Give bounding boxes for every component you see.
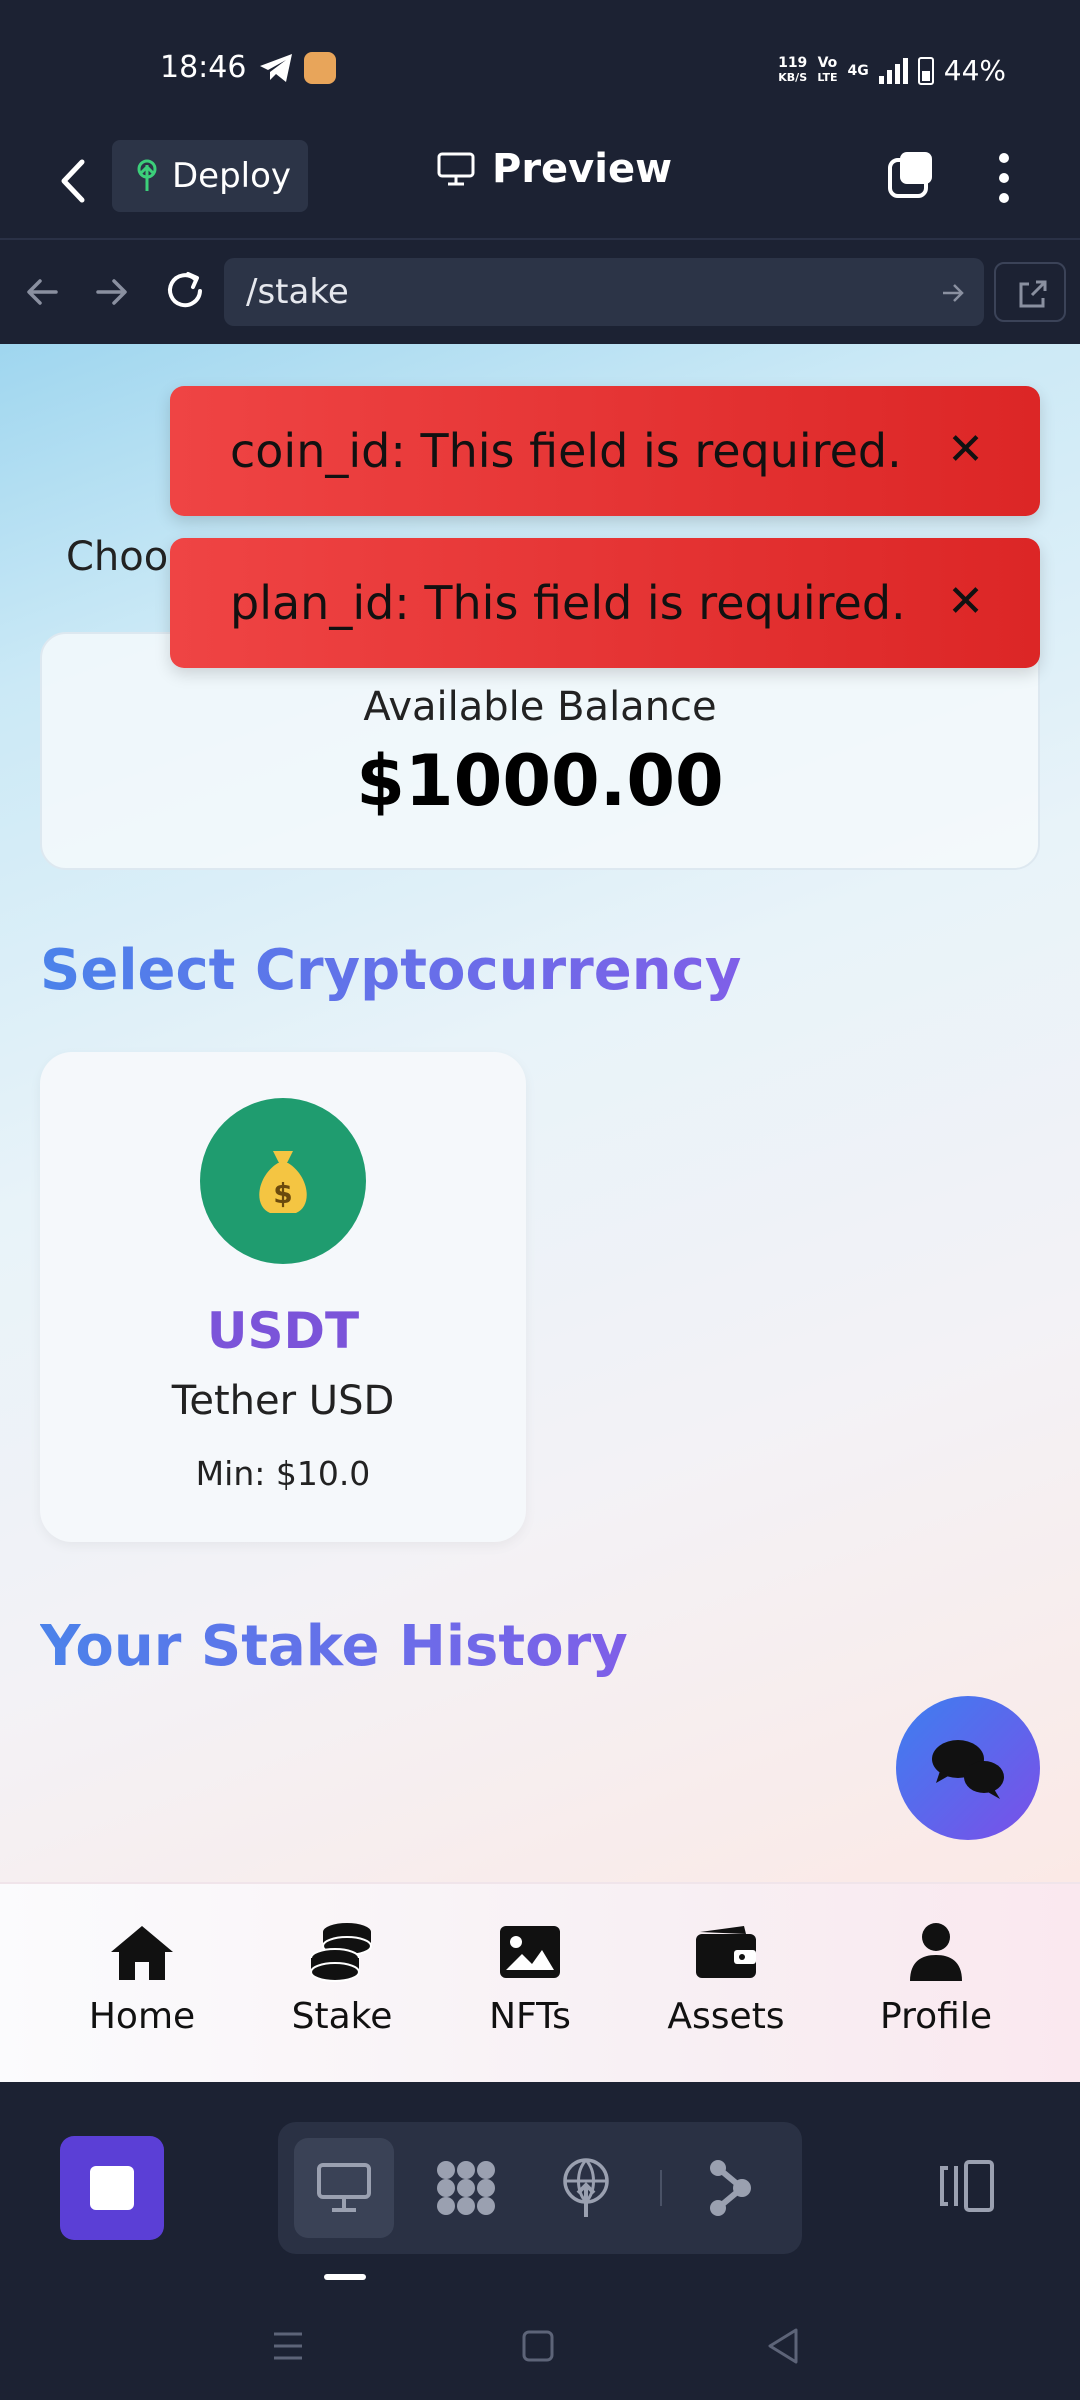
battery-icon [917,56,934,85]
status-indicators: 119 KB/S Vo LTE 4G 44% [778,54,1006,87]
nav-label: Home [88,1996,196,2037]
layout-icon[interactable] [934,2154,998,2218]
coin-card-usdt[interactable]: $ USDT Tether USD Min: $10.0 [40,1052,526,1542]
url-bar: /stake [0,242,1080,344]
preview-title: Preview [436,146,672,192]
nav-label: Assets [667,1996,785,2037]
nav-label: Profile [880,1996,992,2037]
coin-symbol: USDT [206,1302,360,1360]
balance-label: Available Balance [363,684,717,730]
active-indicator [324,2274,366,2280]
back-button-icon[interactable] [762,2324,806,2368]
error-toast: plan_id: This field is required. ✕ [170,538,1040,668]
nav-profile[interactable]: Profile [856,1920,1016,2037]
coins-icon [310,1923,372,1982]
bottom-nav: Home Stake NFTs Assets Profile [0,1882,1080,2082]
recents-icon[interactable] [266,2324,310,2368]
choose-text: Choo [66,534,169,580]
globe-deploy-icon [563,2158,609,2217]
view-switcher [278,2122,802,2254]
deploy-label: Deploy [172,156,292,196]
stop-icon [90,2166,134,2210]
grid-view-button[interactable] [416,2138,516,2238]
share-button[interactable] [680,2138,780,2238]
nav-stake[interactable]: Stake [262,1920,422,2037]
network-type: 4G [847,62,869,79]
nav-assets[interactable]: Assets [646,1920,806,2037]
open-external-icon [1019,280,1047,308]
app-bar: Deploy Preview [0,120,1080,240]
coin-min: Min: $10.0 [195,1454,371,1493]
close-icon[interactable]: ✕ [947,424,984,475]
url-text: /stake [246,272,349,312]
signal-icon [878,57,908,84]
deploy-icon [137,159,157,191]
status-bar: 18:46 119 KB/S Vo LTE 4G 44% [0,0,1080,140]
stop-button[interactable] [60,2136,164,2240]
app-notification-icon [304,52,336,84]
grid-icon [437,2161,495,2215]
go-arrow-icon[interactable] [940,280,966,306]
desktop-view-button[interactable] [294,2138,394,2238]
coin-name: Tether USD [171,1378,395,1424]
back-icon[interactable] [52,154,96,208]
nav-label: NFTs [489,1996,571,2037]
home-button-icon[interactable] [516,2324,560,2368]
error-toast: coin_id: This field is required. ✕ [170,386,1040,516]
home-icon [111,1926,173,1980]
chat-icon [932,1740,1004,1799]
reload-icon[interactable] [162,268,208,314]
desktop-icon [317,2163,371,2212]
select-crypto-title: Select Cryptocurrency [40,938,742,1003]
nav-label: Stake [291,1996,393,2037]
editor-toolbar [0,2082,1080,2292]
status-time: 18:46 [160,50,247,85]
chat-button[interactable] [896,1696,1040,1840]
webview: Choo Available Balance $1000.00 Select C… [0,344,1080,1882]
open-external-button[interactable] [994,262,1066,322]
money-bag-icon: $ [200,1098,366,1264]
page-title: Preview [492,146,673,192]
wallet-icon [696,1926,756,1978]
nav-home[interactable]: Home [62,1920,222,2037]
nav-forward-icon[interactable] [92,272,132,312]
net-speed: 119 KB/S [778,55,808,84]
toast-message: plan_id: This field is required. [230,576,906,630]
deploy-button[interactable]: Deploy [112,140,308,212]
share-icon [710,2160,751,2216]
monitor-icon [437,152,475,186]
toast-message: coin_id: This field is required. [230,424,902,478]
close-icon[interactable]: ✕ [947,576,984,627]
user-icon [910,1923,962,1981]
telegram-icon [260,54,292,82]
url-input[interactable]: /stake [224,258,984,326]
divider [660,2170,662,2206]
battery-percent: 44% [943,54,1006,87]
more-icon[interactable] [994,150,1014,206]
image-icon [500,1926,560,1978]
stake-history-title: Your Stake History [40,1614,628,1679]
tabs-icon[interactable] [886,150,936,200]
balance-value: $1000.00 [356,740,724,822]
svg-text:$: $ [273,1177,292,1210]
deploy-view-button[interactable] [536,2138,636,2238]
system-nav [0,2292,1080,2400]
nav-back-icon[interactable] [22,272,62,312]
volte-indicator: Vo LTE [817,55,838,84]
nav-nfts[interactable]: NFTs [450,1920,610,2037]
